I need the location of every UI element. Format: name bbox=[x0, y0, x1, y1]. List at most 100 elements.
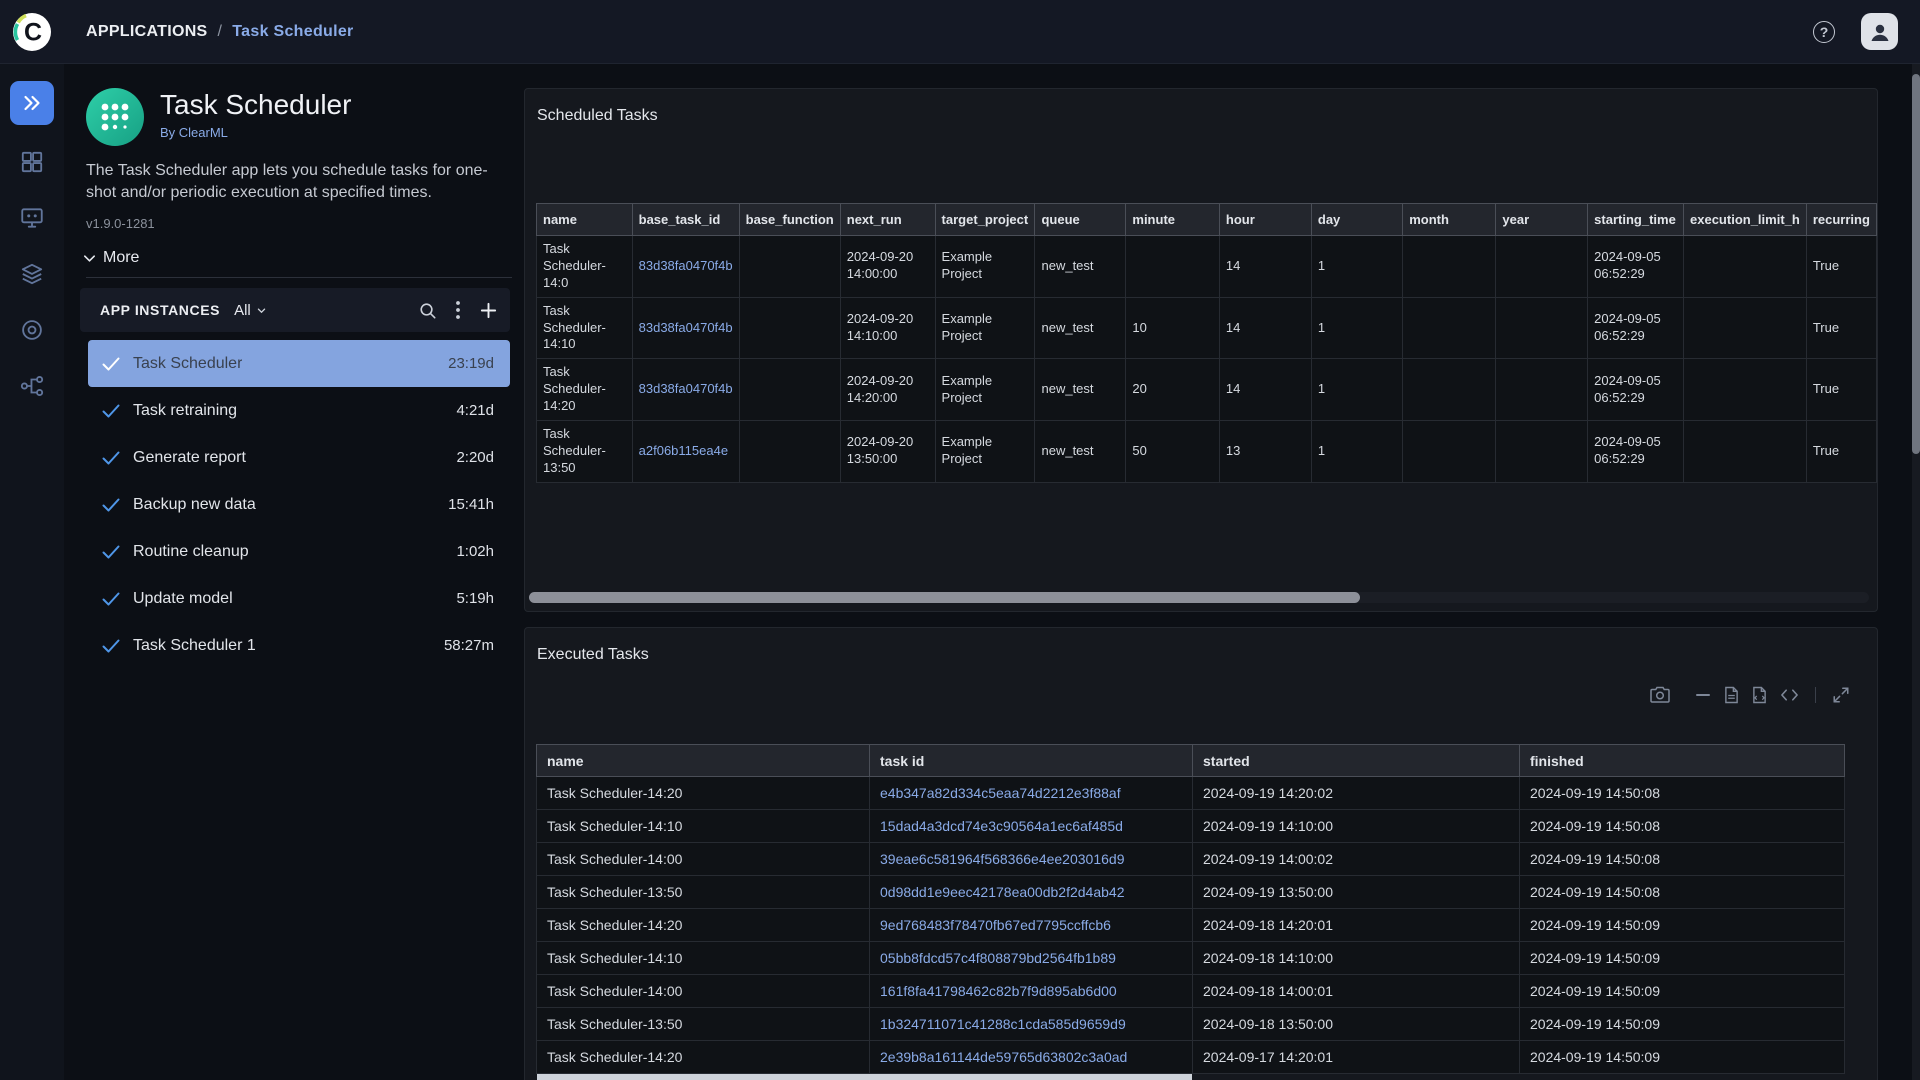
instances-filter-dropdown[interactable]: All bbox=[234, 302, 267, 319]
column-header[interactable]: recurring bbox=[1805, 203, 1878, 236]
column-header[interactable]: name bbox=[536, 203, 633, 236]
table-row: Task Scheduler-13:50 1b324711071c41288c1c… bbox=[536, 1007, 1845, 1041]
hide-plot-icon[interactable] bbox=[1695, 687, 1711, 703]
table-cell: 50 bbox=[1125, 420, 1220, 483]
task-id-link[interactable]: e4b347a82d334c5eaa74d2212e3f88af bbox=[880, 785, 1121, 801]
app-instance-item[interactable]: Routine cleanup 1:02h bbox=[88, 528, 510, 575]
app-title: Task Scheduler bbox=[160, 89, 352, 120]
table-row: Task Scheduler-13:50 0d98dd1e9eec42178ea0… bbox=[536, 875, 1845, 909]
table-cell: True bbox=[1805, 358, 1878, 422]
horizontal-scrollbar-thumb[interactable] bbox=[529, 592, 1360, 603]
download-csv-icon[interactable] bbox=[1724, 686, 1739, 704]
column-header[interactable]: queue bbox=[1034, 203, 1127, 236]
clearml-logo[interactable]: C bbox=[12, 12, 52, 52]
task-id-link[interactable]: 161f8fa41798462c82b7f9d895ab6d00 bbox=[880, 983, 1117, 999]
table-row: Task Scheduler-14:20 e4b347a82d334c5eaa74… bbox=[536, 776, 1845, 810]
app-instance-item[interactable]: Backup new data 15:41h bbox=[88, 481, 510, 528]
executed-tasks-card: Executed Tasks name task id started finish bbox=[524, 627, 1878, 1080]
task-id-link[interactable]: 15dad4a3dcd74e3c90564a1ec6af485d bbox=[880, 818, 1123, 834]
search-icon[interactable] bbox=[418, 301, 437, 320]
breadcrumb-applications[interactable]: APPLICATIONS bbox=[86, 23, 208, 41]
app-instance-item[interactable]: Generate report 2:20d bbox=[88, 434, 510, 481]
task-id-link[interactable]: 39eae6c581964f568366e4ee203016d9 bbox=[880, 851, 1124, 867]
add-instance-icon[interactable] bbox=[479, 301, 498, 320]
nav-datasets-icon[interactable] bbox=[19, 261, 45, 287]
more-toggle[interactable]: More bbox=[82, 249, 514, 267]
table-cell: Task Scheduler-14:20 bbox=[536, 358, 633, 422]
task-id-link[interactable]: 83d38fa0470f4b bbox=[639, 381, 733, 396]
maximize-icon[interactable] bbox=[1832, 686, 1850, 704]
task-id-link[interactable]: 2e39b8a161144de59765d63802c3a0ad bbox=[880, 1049, 1127, 1065]
breadcrumb-separator: / bbox=[217, 22, 223, 40]
user-avatar[interactable] bbox=[1861, 13, 1898, 50]
column-header[interactable]: base_function bbox=[738, 203, 841, 236]
table-cell: True bbox=[1805, 296, 1878, 360]
table-cell: Task Scheduler-14:00 bbox=[536, 974, 870, 1008]
column-header[interactable]: finished bbox=[1519, 744, 1845, 777]
embed-code-icon[interactable] bbox=[1780, 687, 1799, 703]
column-header[interactable]: task id bbox=[869, 744, 1193, 777]
table-cell: 2e39b8a161144de59765d63802c3a0ad bbox=[869, 1040, 1193, 1074]
column-header[interactable]: started bbox=[1192, 744, 1520, 777]
task-id-link[interactable]: 1b324711071c41288c1cda585d9659d9 bbox=[880, 1016, 1126, 1032]
task-id-link[interactable]: 05bb8fdcd57c4f808879bd2564fb1b89 bbox=[880, 950, 1116, 966]
column-header[interactable]: name bbox=[536, 744, 870, 777]
column-header[interactable]: execution_limit_h bbox=[1683, 203, 1807, 236]
instance-time: 58:27m bbox=[443, 637, 494, 655]
table-cell: 2024-09-19 14:10:00 bbox=[1192, 809, 1520, 843]
app-instance-item[interactable]: Update model 5:19h bbox=[88, 575, 510, 622]
executed-tasks-title: Executed Tasks bbox=[537, 646, 649, 663]
column-header[interactable]: day bbox=[1310, 203, 1404, 236]
instance-name: Update model bbox=[133, 589, 233, 607]
instance-time: 2:20d bbox=[456, 449, 494, 467]
table-cell: 14 bbox=[1218, 358, 1312, 422]
column-header[interactable]: starting_time bbox=[1587, 203, 1685, 236]
task-id-link[interactable]: 0d98dd1e9eec42178ea00db2f2d4ab42 bbox=[880, 884, 1124, 900]
table-cell: Example Project bbox=[934, 420, 1036, 483]
table-cell: 2024-09-18 14:20:01 bbox=[1192, 908, 1520, 942]
nav-models-icon[interactable] bbox=[19, 317, 45, 343]
vertical-scrollbar-thumb[interactable] bbox=[1912, 74, 1920, 454]
vertical-scrollbar[interactable] bbox=[1912, 64, 1920, 1080]
instance-time: 5:19h bbox=[456, 590, 494, 608]
partially-visible-row bbox=[537, 1074, 1192, 1080]
app-instance-item[interactable]: Task Scheduler 1 58:27m bbox=[88, 622, 510, 669]
nav-workers-icon[interactable] bbox=[19, 205, 45, 231]
help-icon[interactable]: ? bbox=[1813, 20, 1835, 43]
table-cell: 2024-09-20 13:50:00 bbox=[839, 420, 936, 483]
table-cell: Task Scheduler-14:10 bbox=[536, 809, 870, 843]
table-row: Task Scheduler-14:20 9ed768483f78470fb67e… bbox=[536, 908, 1845, 942]
table-cell: 39eae6c581964f568366e4ee203016d9 bbox=[869, 842, 1193, 876]
task-id-link[interactable]: 9ed768483f78470fb67ed7795ccffcb6 bbox=[880, 917, 1111, 933]
nav-dashboard-icon[interactable] bbox=[19, 149, 45, 175]
kebab-menu-icon[interactable] bbox=[455, 300, 461, 320]
table-cell bbox=[1402, 358, 1497, 422]
app-instance-item[interactable]: Task Scheduler 23:19d bbox=[88, 340, 510, 388]
column-header[interactable]: hour bbox=[1218, 203, 1312, 236]
column-header[interactable]: year bbox=[1495, 203, 1589, 236]
toolbar-separator bbox=[1815, 687, 1816, 703]
column-header[interactable]: minute bbox=[1125, 203, 1220, 236]
task-scheduler-app-icon bbox=[86, 88, 144, 146]
column-header[interactable]: month bbox=[1402, 203, 1497, 236]
chevron-down-icon bbox=[84, 255, 95, 262]
task-id-link[interactable]: 83d38fa0470f4b bbox=[639, 320, 733, 335]
column-header[interactable]: target_project bbox=[934, 203, 1036, 236]
snapshot-camera-icon[interactable] bbox=[1650, 686, 1670, 704]
app-instance-item[interactable]: Task retraining 4:21d bbox=[88, 387, 510, 434]
instance-name: Backup new data bbox=[133, 495, 256, 513]
app-byline-link[interactable]: By ClearML bbox=[160, 125, 351, 140]
instance-name: Generate report bbox=[133, 448, 246, 466]
download-json-icon[interactable] bbox=[1752, 686, 1767, 704]
column-header[interactable]: base_task_id bbox=[631, 203, 740, 236]
table-cell: 2024-09-05 06:52:29 bbox=[1587, 235, 1685, 298]
breadcrumb: APPLICATIONS / Task Scheduler bbox=[86, 23, 354, 41]
horizontal-scrollbar[interactable] bbox=[529, 592, 1869, 603]
executed-tasks-table: name task id started finished Task Scheduler… bbox=[536, 744, 1845, 1074]
task-id-link[interactable]: a2f06b115ea4e bbox=[639, 443, 728, 458]
column-header[interactable]: next_run bbox=[839, 203, 936, 236]
nav-pipelines-icon[interactable] bbox=[19, 373, 45, 399]
table-cell: 161f8fa41798462c82b7f9d895ab6d00 bbox=[869, 974, 1193, 1008]
task-id-link[interactable]: 83d38fa0470f4b bbox=[639, 258, 733, 273]
nav-applications-icon[interactable] bbox=[10, 81, 54, 125]
